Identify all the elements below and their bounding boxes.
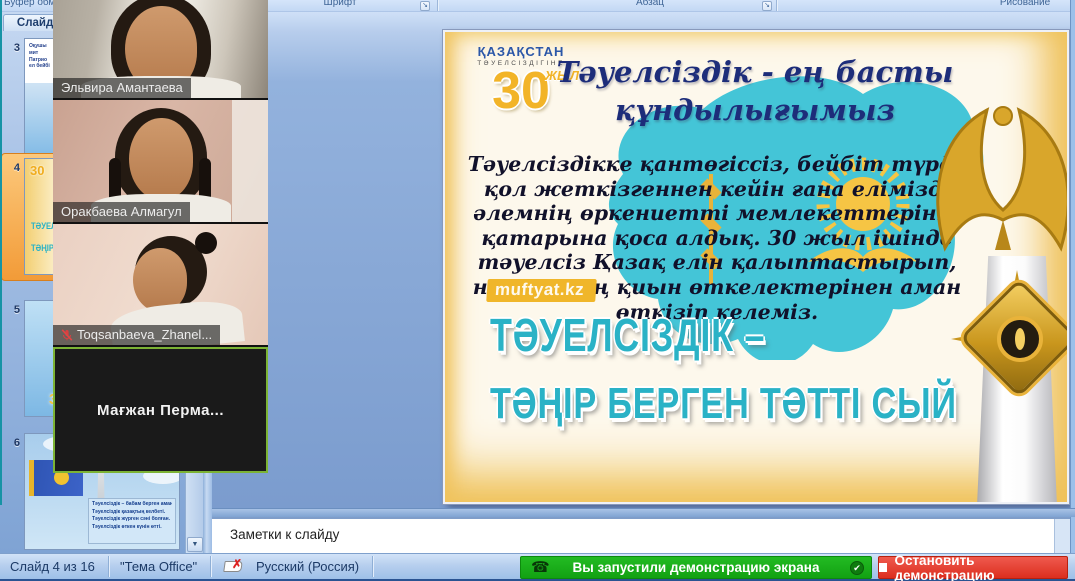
notes-scrollbar[interactable] <box>1054 519 1070 553</box>
thumb4-logo: 30 <box>30 163 44 178</box>
participant-tile[interactable]: Toqsanbaeva_Zhanel... <box>53 224 268 345</box>
slide-counter: Слайд 4 из 16 <box>10 559 95 574</box>
thumb6-textbox: Тәуелсіздік – бабам берген аманат. Тәуел… <box>88 498 176 544</box>
powerpoint-window: Буфер обмена Шрифт ↘ Абзац ↘ Рисование С… <box>0 0 1075 581</box>
participant-name: Оракбаева Алмагул <box>61 204 182 219</box>
shield-check-icon: ✔ <box>850 561 864 575</box>
slide-headline-2[interactable]: ТӘҢІР БЕРГЕН ТӘТТІ СЫЙ <box>490 379 957 429</box>
zoom-participants-window[interactable]: Эльвира Амантаева Оракбаева Алмагул <box>53 0 268 473</box>
slide-editing-area: ҚАЗАҚСТАН ТӘУЕЛСІЗДІГІНЕ 30 ЖЫЛ Тәуелсіз… <box>212 12 1070 508</box>
participant-name: Мағжан Перма... <box>97 402 224 419</box>
participant-name: Эльвира Амантаева <box>61 80 183 95</box>
thumb6-line: Тәуелсіздік жүрген сәні болған. <box>92 516 172 524</box>
slide-title[interactable]: Тәуелсіздік - ең басты құндылығымыз <box>540 54 970 129</box>
thumb6-line: Тәуелсіздік қазақтың келбеті. <box>92 509 172 517</box>
ribbon-group-drawing: Рисование <box>950 0 1075 11</box>
thumbnail-number: 6 <box>4 437 20 449</box>
slide-headline-1[interactable]: ТӘУЕЛСІЗДІК – <box>490 308 765 362</box>
monument-crown <box>953 270 1069 420</box>
thumb6-line: Тәуелсіздік өткен күнін өтті. <box>92 524 172 532</box>
notes-splitter[interactable] <box>212 508 1075 517</box>
phone-icon: ☎ <box>531 558 550 576</box>
thumbnail-number: 5 <box>4 304 20 316</box>
slide-canvas[interactable]: ҚАЗАҚСТАН ТӘУЕЛСІЗДІГІНЕ 30 ЖЫЛ Тәуелсіз… <box>443 30 1069 504</box>
ribbon-separator <box>776 0 777 12</box>
participant-tile[interactable]: Оракбаева Алмагул <box>53 100 268 222</box>
stop-button-label: Остановить демонстрацию <box>894 553 1067 581</box>
thumb6-line: Тәуелсіздік – бабам берген аманат. <box>92 501 172 509</box>
stop-icon <box>879 563 887 572</box>
screen-share-banner: ☎ Вы запустили демонстрацию экрана ✔ <box>520 556 872 579</box>
ribbon-group-font: Шрифт <box>280 0 400 11</box>
share-banner-text: Вы запустили демонстрацию экрана <box>573 560 820 575</box>
notes-panel[interactable]: Заметки к слайду <box>212 517 1070 553</box>
muted-mic-icon <box>61 329 73 341</box>
thumbnail-number: 4 <box>4 162 20 174</box>
status-bar: Слайд 4 из 16 "Тема Office" ✗ Русский (Р… <box>0 553 1075 581</box>
dialog-launcher-icon[interactable]: ↘ <box>762 1 772 11</box>
dialog-launcher-icon[interactable]: ↘ <box>420 1 430 11</box>
ribbon-separator <box>437 0 438 12</box>
window-right-edge <box>1070 0 1075 581</box>
notes-placeholder[interactable]: Заметки к слайду <box>230 527 339 542</box>
language-indicator[interactable]: Русский (Россия) <box>256 559 359 574</box>
participant-name: Toqsanbaeva_Zhanel... <box>77 327 212 342</box>
thumbnail-number: 3 <box>4 42 20 54</box>
watermark-tag: muftyat.kz <box>486 279 597 302</box>
stop-sharing-button[interactable]: Остановить демонстрацию <box>878 556 1068 579</box>
monument-graphic <box>925 88 1069 504</box>
window-left-edge <box>0 0 2 505</box>
theme-name[interactable]: "Тема Office" <box>120 559 197 574</box>
participant-tile-active-speaker[interactable]: Мағжан Перма... <box>53 347 268 473</box>
golden-eagle-icon <box>925 88 1069 258</box>
scroll-down-icon[interactable]: ▼ <box>187 537 203 552</box>
ribbon-group-paragraph: Абзац <box>560 0 740 11</box>
spellcheck-icon[interactable]: ✗ <box>224 558 244 574</box>
participant-tile[interactable]: Эльвира Амантаева <box>53 0 268 98</box>
